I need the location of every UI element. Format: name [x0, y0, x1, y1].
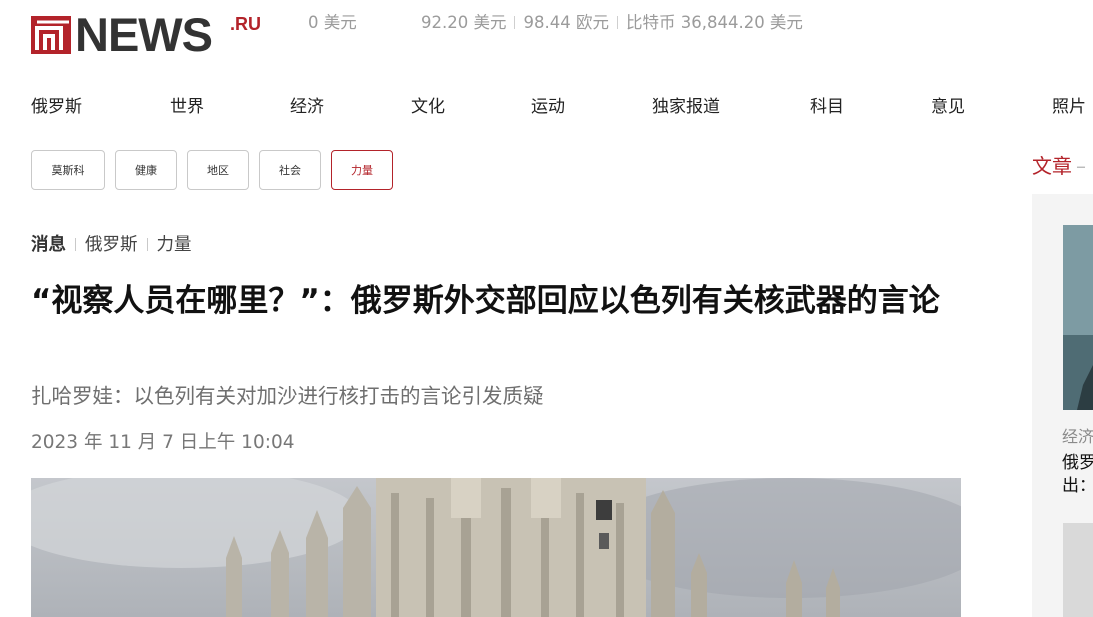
tag-regions[interactable]: 地区	[187, 150, 249, 190]
breadcrumb-power[interactable]: 力量	[157, 235, 192, 255]
sidebar-article-title-line1: 俄罗	[1062, 453, 1093, 473]
ticker-item-1: 0 美元	[308, 13, 357, 32]
breadcrumb-news[interactable]: 消息	[31, 235, 66, 255]
logo-mark-icon	[31, 16, 71, 54]
currency-ticker: 92.20 美元 98.44 欧元 比特币 36,844.20 美元	[421, 13, 803, 33]
nav-exclusive[interactable]: 独家报道	[652, 92, 720, 117]
site-logo[interactable]: NEWS .RU	[31, 10, 271, 60]
breadcrumb-divider	[75, 238, 76, 251]
tag-moscow[interactable]: 莫斯科	[31, 150, 105, 190]
sidebar-title-dash: –	[1076, 154, 1086, 178]
nav-russia[interactable]: 俄罗斯	[31, 92, 82, 117]
sidebar-article-category[interactable]: 经济	[1062, 423, 1093, 447]
nav-opinion[interactable]: 意见	[931, 92, 965, 117]
tag-society[interactable]: 社会	[259, 150, 321, 190]
ticker-btc: 比特币 36,844.20 美元	[625, 13, 803, 32]
ticker-eur: 98.44 欧元	[523, 13, 609, 32]
sidebar-article-image-2[interactable]	[1063, 523, 1093, 617]
building-illustration	[31, 478, 961, 617]
nav-economy[interactable]: 经济	[290, 92, 324, 117]
breadcrumb-divider	[146, 238, 148, 251]
tag-power[interactable]: 力量	[331, 150, 393, 190]
logo-tld: .RU	[230, 14, 261, 34]
article-hero-image	[31, 478, 961, 617]
sidebar-article-title[interactable]: 俄罗 出：	[1062, 452, 1093, 498]
sidebar-image-graphic	[1063, 225, 1093, 410]
nav-sport[interactable]: 运动	[531, 92, 565, 117]
breadcrumb-russia[interactable]: 俄罗斯	[85, 235, 138, 255]
ticker-divider	[514, 16, 516, 29]
article-date: 2023 年 11 月 7 日上午 10:04	[31, 432, 295, 453]
tag-health[interactable]: 健康	[115, 150, 177, 190]
sidebar-title[interactable]: 文章 –	[1032, 150, 1086, 179]
article-headline: “视察人员在哪里？”：俄罗斯外交部回应以色列有关核武器的言论	[31, 283, 940, 319]
nav-culture[interactable]: 文化	[411, 92, 445, 117]
logo-wordmark: NEWS	[75, 8, 213, 61]
nav-subjects[interactable]: 科目	[810, 92, 844, 117]
breadcrumb: 消息 俄罗斯 力量	[31, 231, 192, 256]
nav-world[interactable]: 世界	[170, 92, 204, 117]
sidebar-article-title-line2: 出：	[1062, 476, 1093, 496]
nav-photo[interactable]: 照片	[1052, 92, 1086, 117]
ticker-usd: 92.20 美元	[421, 13, 507, 32]
article-subtitle: 扎哈罗娃：以色列有关对加沙进行核打击的言论引发质疑	[31, 384, 544, 408]
sidebar-title-text: 文章	[1032, 154, 1072, 178]
sidebar-article-image[interactable]	[1063, 225, 1093, 410]
ticker-divider	[616, 16, 618, 29]
